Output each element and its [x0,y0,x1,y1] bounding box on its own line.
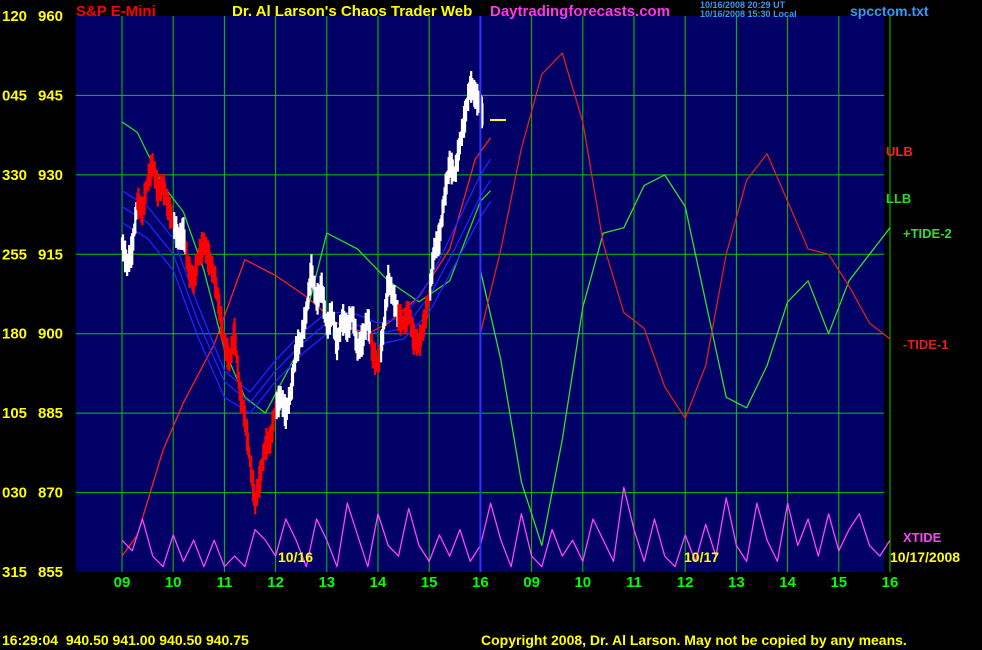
hour-tick-label: 09 [523,574,540,591]
date-label-1016: 10/16 [278,549,313,565]
price-tick-label: 855 [38,564,63,581]
label-tide-minus: -TIDE-1 [903,337,949,352]
chaos-trader-chart: 120 960 045 945 330 930 255 915 180 900 105 885 030 8… [0,0,982,650]
hour-tick-label: 15 [830,574,847,591]
label-xtide: XTIDE [903,530,942,545]
price-tick-label: 915 [38,246,63,263]
hour-tick-label: 11 [626,574,642,591]
hour-tick-label: 12 [267,574,284,591]
symbol-label: S&P E-Mini [76,3,156,20]
angle-tick-label: 105 [2,405,27,422]
angle-tick-label: 255 [2,246,27,263]
price-tick-label: 900 [38,326,63,343]
hour-tick-label: 14 [370,574,387,591]
price-tick-label: 930 [38,167,63,184]
hour-tick-label: 13 [728,574,745,591]
chart-title: Dr. Al Larson's Chaos Trader Web [232,3,472,20]
date-label-1017: 10/17 [684,549,719,565]
price-tick-label: 945 [38,87,63,104]
hour-tick-label: 10 [165,574,182,591]
hour-tick-label: 14 [779,574,796,591]
hour-tick-label: 09 [114,574,131,591]
price-tick-label: 870 [38,485,63,502]
label-tide-plus: +TIDE-2 [903,226,952,241]
hour-tick-label: 11 [216,574,232,591]
hour-tick-label: 16 [472,574,489,591]
quote-line: 16:29:04 940.50 941.00 940.50 940.75 [2,632,249,648]
website-label: Daytradingforecasts.com [490,3,670,20]
price-tick-label: 885 [38,405,63,422]
hour-tick-label: 16 [882,574,899,591]
date-label-full: 10/17/2008 [890,549,960,565]
angle-tick-label: 120 [2,8,27,25]
hour-tick-label: 13 [318,574,335,591]
angle-tick-label: 030 [2,485,27,502]
label-llb: LLB [886,191,911,206]
label-ulb: ULB [886,144,913,159]
angle-tick-label: 045 [2,87,27,104]
angle-tick-label: 330 [2,167,27,184]
angle-tick-label: 315 [2,564,27,581]
angle-tick-label: 180 [2,326,27,343]
local-time-label: 10/16/2008 15:30 Local [700,9,797,19]
copyright-line: Copyright 2008, Dr. Al Larson. May not b… [481,632,907,648]
price-tick-label: 960 [38,8,63,25]
hour-tick-label: 12 [677,574,694,591]
hour-tick-label: 15 [421,574,438,591]
filename-label: spcctom.txt [850,3,929,19]
hour-tick-label: 10 [574,574,591,591]
